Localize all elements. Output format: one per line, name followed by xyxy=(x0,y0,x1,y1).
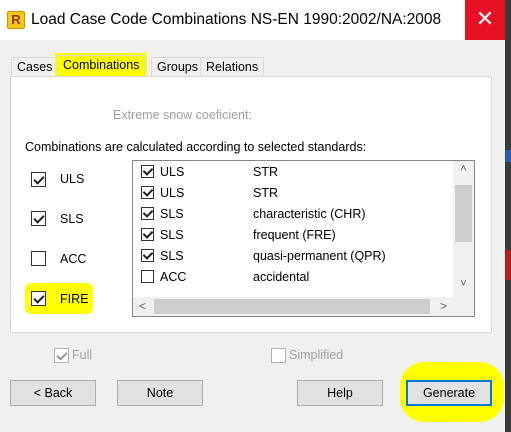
list-item-state: ULS xyxy=(160,165,185,179)
uls-label: ULS xyxy=(60,172,85,186)
list-item-type: characteristic (CHR) xyxy=(253,207,366,221)
full-label: Full xyxy=(72,348,93,362)
list-item-checkbox[interactable] xyxy=(141,228,154,241)
acc-label: ACC xyxy=(60,252,87,266)
sls-checkbox[interactable] xyxy=(31,211,46,226)
horizontal-scroll-thumb[interactable] xyxy=(154,299,430,314)
list-item-checkbox[interactable] xyxy=(141,186,154,199)
window-title: Load Case Code Combinations NS-EN 1990:2… xyxy=(31,11,442,28)
list-item-type: STR xyxy=(253,165,278,179)
horizontal-scrollbar[interactable]: < > xyxy=(133,297,453,316)
chevron-right-icon[interactable]: > xyxy=(434,297,453,316)
full-checkbox[interactable] xyxy=(54,348,69,363)
vertical-scroll-thumb[interactable] xyxy=(455,185,472,242)
close-button[interactable]: ✕ xyxy=(465,0,505,40)
fire-checkbox[interactable] xyxy=(31,291,46,306)
list-item-type: frequent (FRE) xyxy=(253,228,336,242)
back-button[interactable]: < Back xyxy=(10,380,96,406)
list-item-state: ULS xyxy=(160,186,185,200)
list-item-state: SLS xyxy=(160,207,184,221)
vertical-scrollbar[interactable]: ˄ ˅ xyxy=(453,161,474,297)
list-item-checkbox[interactable] xyxy=(141,165,154,178)
acc-checkbox[interactable] xyxy=(31,251,46,266)
list-item-state: SLS xyxy=(160,249,184,263)
tab-groups[interactable]: Groups xyxy=(151,57,204,77)
list-item[interactable]: ACC accidental xyxy=(133,267,453,288)
simplified-label: Simplified xyxy=(289,348,344,362)
generate-button[interactable]: Generate xyxy=(406,380,492,406)
list-item-type: accidental xyxy=(253,270,310,284)
list-item-type: quasi-permanent (QPR) xyxy=(253,249,386,263)
app-logo-icon: R xyxy=(7,11,25,29)
chevron-left-icon[interactable]: < xyxy=(133,297,152,316)
list-item-checkbox[interactable] xyxy=(141,207,154,220)
chevron-down-icon[interactable]: ˅ xyxy=(453,276,474,293)
snow-coefficient-label: Extreme snow coeficient: xyxy=(113,108,252,122)
help-button[interactable]: Help xyxy=(297,380,383,406)
uls-checkbox[interactable] xyxy=(31,172,46,187)
tab-cases[interactable]: Cases xyxy=(11,57,59,77)
simplified-checkbox[interactable] xyxy=(271,348,286,363)
chevron-up-icon[interactable]: ˄ xyxy=(453,161,474,178)
list-item[interactable]: SLS quasi-permanent (QPR) xyxy=(133,246,453,267)
list-item-state: ACC xyxy=(160,270,187,284)
list-item[interactable]: SLS characteristic (CHR) xyxy=(133,204,453,225)
list-item-type: STR xyxy=(253,186,278,200)
list-item[interactable]: SLS frequent (FRE) xyxy=(133,225,453,246)
note-button[interactable]: Note xyxy=(117,380,203,406)
scroll-corner xyxy=(453,297,474,316)
fire-label: FIRE xyxy=(60,292,89,306)
sls-label: SLS xyxy=(60,212,84,226)
title-bar: R Load Case Code Combinations NS-EN 1990… xyxy=(0,0,505,40)
list-item-checkbox[interactable] xyxy=(141,270,154,283)
list-item-state: SLS xyxy=(160,228,184,242)
standards-description: Combinations are calculated according to… xyxy=(25,140,367,154)
background-window-edge xyxy=(505,0,511,432)
list-item[interactable]: ULS STR xyxy=(133,162,453,183)
list-item[interactable]: ULS STR xyxy=(133,183,453,204)
list-item-checkbox[interactable] xyxy=(141,249,154,262)
combination-list[interactable]: ULS STR ULS STR SLS characteristic (CHR)… xyxy=(132,160,475,317)
tab-relations[interactable]: Relations xyxy=(200,57,265,77)
tab-combinations[interactable]: Combinations xyxy=(57,55,146,78)
